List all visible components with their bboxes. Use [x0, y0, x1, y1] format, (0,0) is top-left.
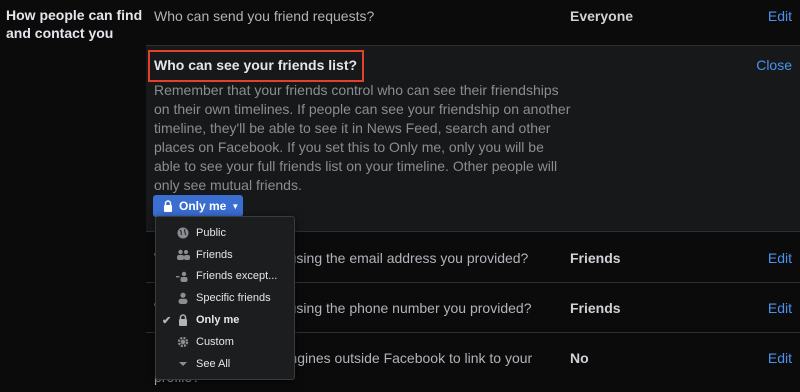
friends-icon: [176, 249, 190, 261]
friends-except-icon: [176, 270, 190, 282]
edit-link[interactable]: Edit: [768, 8, 792, 24]
setting-row-friend-requests: Who can send you friend requests? Everyo…: [146, 0, 800, 46]
section-label: How people can find and contact you: [6, 7, 143, 41]
setting-value: Everyone: [570, 8, 634, 24]
menu-item-only-me[interactable]: ✔ Only me: [156, 309, 294, 331]
menu-item-label: Only me: [196, 314, 240, 327]
globe-icon: [176, 227, 190, 239]
edit-link[interactable]: Edit: [768, 350, 792, 366]
setting-value: Friends: [570, 250, 621, 266]
chevron-down-icon: [176, 358, 190, 370]
lock-icon: [164, 200, 172, 212]
menu-item-label: See All: [196, 357, 231, 370]
audience-dropdown-menu: Public Friends Friends except... Specifi…: [155, 216, 295, 380]
menu-item-specific-friends[interactable]: Specific friends: [156, 287, 294, 309]
setting-value: Friends: [570, 300, 621, 316]
edit-link[interactable]: Edit: [768, 300, 792, 316]
panel-title: Who can see your friends list?: [154, 57, 358, 73]
panel-description: Remember that your friends control who c…: [154, 82, 571, 193]
menu-item-friends-except[interactable]: Friends except...: [156, 266, 294, 288]
close-link[interactable]: Close: [756, 57, 792, 73]
menu-item-public[interactable]: Public: [156, 222, 294, 244]
setting-question: Who can send you friend requests?: [154, 8, 375, 24]
friends-list-setting-panel: Who can see your friends list? Close Rem…: [146, 46, 800, 232]
setting-value: No: [570, 350, 589, 366]
gear-icon: [176, 336, 190, 348]
edit-link[interactable]: Edit: [768, 250, 792, 266]
audience-selector-label: Only me: [179, 199, 227, 213]
lock-icon: [176, 314, 190, 327]
menu-item-custom[interactable]: Custom: [156, 331, 294, 353]
caret-down-icon: ▼: [231, 201, 240, 211]
menu-item-label: Custom: [196, 335, 234, 348]
audience-selector-button[interactable]: Only me ▼: [153, 195, 243, 217]
menu-item-label: Specific friends: [196, 292, 271, 305]
menu-item-label: Public: [196, 226, 226, 239]
person-icon: [176, 292, 190, 305]
menu-item-label: Friends: [196, 248, 233, 261]
menu-item-see-all[interactable]: See All: [156, 353, 294, 375]
menu-item-label: Friends except...: [196, 270, 278, 283]
menu-item-friends[interactable]: Friends: [156, 244, 294, 266]
checkmark-icon: ✔: [162, 314, 172, 327]
